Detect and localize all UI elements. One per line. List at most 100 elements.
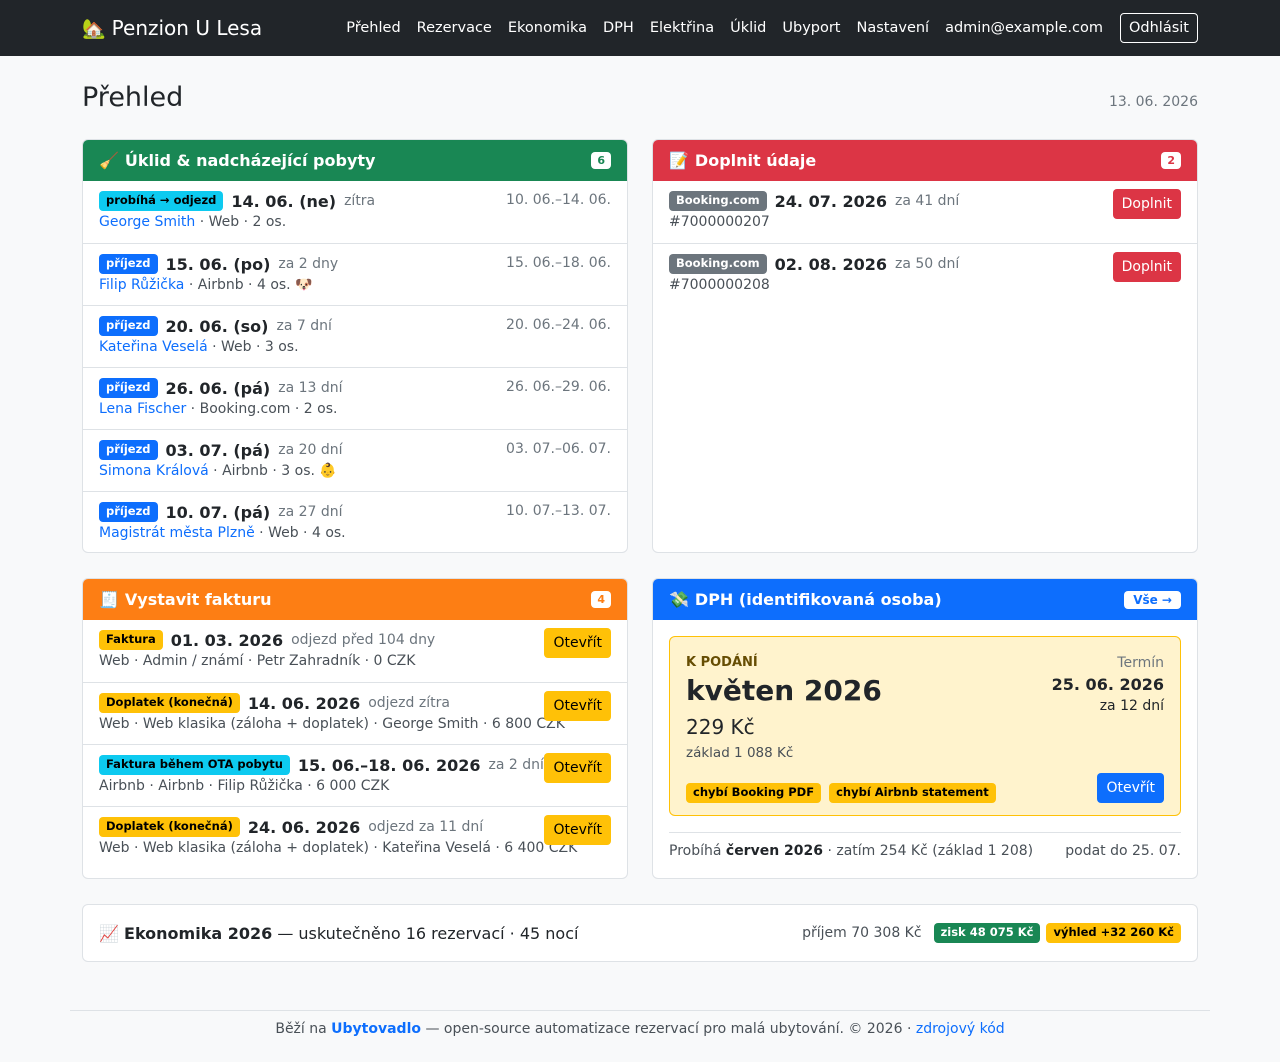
- stay-relative: zítra: [344, 193, 376, 209]
- stay-meta: · Web · 3 os.: [207, 339, 299, 355]
- fill-count-badge: 2: [1161, 152, 1181, 169]
- navbar: 🏡 Penzion U Lesa Přehled Rezervace Ekono…: [0, 0, 1280, 56]
- open-invoice-button[interactable]: Otevřít: [544, 691, 611, 721]
- invoice-date: 01. 03. 2026: [170, 630, 284, 650]
- cleaning-card-header: 🧹 Úklid & nadcházející pobyty 6: [83, 140, 627, 181]
- guest-link[interactable]: Kateřina Veselá: [99, 339, 208, 355]
- fill-relative: za 41 dní: [895, 193, 960, 209]
- fill-card-header: 📝 Doplnit údaje 2: [653, 140, 1197, 181]
- status-badge: probíhá → odjezd: [99, 191, 224, 211]
- stay-row: probíhá → odjezd 14. 06. (ne) zítra George…: [83, 181, 627, 243]
- house-icon: 🏡: [82, 17, 106, 40]
- fill-button[interactable]: Doplnit: [1112, 252, 1181, 282]
- vat-deadline: Termín 25. 06. 2026 za 12 dní: [1052, 655, 1164, 714]
- nav-item-rezervace[interactable]: Rezervace: [417, 20, 492, 36]
- vat-current-amount: · zatím 254 Kč (základ 1 208): [823, 843, 1034, 859]
- stay-row: příjezd 20. 06. (so) za 7 dní Kateřina Ves…: [83, 305, 627, 367]
- vat-base: základ 1 088 Kč: [686, 745, 794, 761]
- status-badge: příjezd: [99, 254, 158, 274]
- stay-range: 10. 06.–14. 06.: [506, 192, 611, 208]
- invoice-row: Faktura během OTA pobytu 15. 06.–18. 06. …: [83, 744, 627, 806]
- invoice-meta: Web · Web klasika (záloha + doplatek) · …: [99, 716, 565, 732]
- stay-row: příjezd 10. 07. (pá) za 27 dní Magistrát m…: [83, 491, 627, 552]
- invoice-row: Doplatek (konečná) 24. 06. 2026 odjezd za …: [83, 806, 627, 868]
- economics-figures: příjem 70 308 Kč zisk 48 075 Kč výhled +…: [802, 923, 1181, 943]
- open-invoice-button[interactable]: Otevřít: [544, 628, 611, 658]
- broom-icon: 🧹: [99, 151, 119, 170]
- source-badge: Booking.com: [669, 191, 767, 211]
- invoice-relative: za 2 dní: [488, 757, 544, 773]
- invoice-row: Faktura 01. 03. 2026 odjezd před 104 dny W…: [83, 620, 627, 682]
- status-badge: příjezd: [99, 316, 158, 336]
- page-title: Přehled: [82, 82, 184, 113]
- vat-missing-tags: chybí Booking PDF chybí Airbnb statement: [686, 783, 996, 803]
- income-text: příjem 70 308 Kč: [802, 924, 922, 941]
- nav-item-ubyport[interactable]: Ubyport: [782, 20, 840, 36]
- brand-link[interactable]: 🏡 Penzion U Lesa: [82, 16, 262, 40]
- vat-card-header: 💸 DPH (identifikovaná osoba) Vše →: [653, 579, 1197, 620]
- invoice-type-badge: Doplatek (konečná): [99, 817, 240, 837]
- nav-item-nastaveni[interactable]: Nastavení: [857, 20, 930, 36]
- vat-current-text: Probíhá červen 2026 · zatím 254 Kč (zákl…: [669, 843, 1033, 859]
- open-vat-button[interactable]: Otevřít: [1097, 773, 1164, 803]
- stay-date: 10. 07. (pá): [165, 502, 271, 522]
- status-badge: příjezd: [99, 502, 158, 522]
- nav-item-uklid[interactable]: Úklid: [730, 20, 766, 36]
- nav-item-prehled[interactable]: Přehled: [346, 20, 400, 36]
- page-date: 13. 06. 2026: [1108, 94, 1198, 110]
- main-nav: Přehled Rezervace Ekonomika DPH Elektřin…: [330, 13, 1198, 43]
- invoice-meta: Airbnb · Airbnb · Filip Růžička · 6 000 …: [99, 778, 390, 794]
- invoice-meta: Web · Web klasika (záloha + doplatek) · …: [99, 840, 578, 856]
- invoice-card-header: 🧾 Vystavit fakturu 4: [83, 579, 627, 620]
- stay-range: 15. 06.–18. 06.: [506, 255, 611, 271]
- open-invoice-button[interactable]: Otevřít: [544, 815, 611, 845]
- logout-button[interactable]: Odhlásit: [1120, 13, 1198, 43]
- invoice-card-title: Vystavit fakturu: [124, 590, 272, 609]
- nav-item-dph[interactable]: DPH: [603, 20, 634, 36]
- stay-meta: · Booking.com · 2 os.: [186, 401, 338, 417]
- vat-deadline-relative: za 12 dní: [1099, 698, 1164, 714]
- stay-date: 20. 06. (so): [165, 316, 269, 336]
- vat-current-prefix: Probíhá: [669, 843, 726, 859]
- missing-badge: chybí Airbnb statement: [829, 783, 996, 803]
- guest-link[interactable]: George Smith: [99, 214, 195, 230]
- fill-row: Booking.com 24. 07. 2026 za 41 dní #700000…: [653, 181, 1197, 243]
- open-invoice-button[interactable]: Otevřít: [544, 753, 611, 783]
- main-container: Přehled 13. 06. 2026 🧹 Úklid & nadcházej…: [82, 82, 1198, 962]
- invoice-type-badge: Doplatek (konečná): [99, 693, 240, 713]
- profit-badge: zisk 48 075 Kč: [933, 923, 1041, 943]
- invoice-card: 🧾 Vystavit fakturu 4 Faktura 01. 03. 2026…: [82, 578, 628, 879]
- guest-link[interactable]: Magistrát města Plzně: [99, 525, 255, 541]
- stay-range: 26. 06.–29. 06.: [506, 379, 611, 395]
- stay-meta: · Airbnb · 3 os. 👶: [208, 463, 337, 479]
- guest-link[interactable]: Simona Králová: [99, 463, 209, 479]
- vat-all-link[interactable]: Vše →: [1124, 590, 1181, 609]
- stay-relative: za 7 dní: [276, 318, 332, 334]
- invoice-date: 24. 06. 2026: [247, 817, 361, 837]
- stay-relative: za 27 dní: [278, 504, 343, 520]
- guest-link[interactable]: Filip Růžička: [99, 277, 184, 293]
- invoice-date: 14. 06. 2026: [247, 693, 361, 713]
- vat-filing-box: K PODÁNÍ květen 2026 229 Kč základ 1 088…: [669, 636, 1181, 816]
- stay-relative: za 2 dny: [278, 256, 339, 272]
- stay-range: 20. 06.–24. 06.: [506, 317, 611, 333]
- vat-current-period: Probíhá červen 2026 · zatím 254 Kč (zákl…: [669, 832, 1181, 859]
- user-email: admin@example.com: [945, 20, 1103, 36]
- app-link-label: Ubytovadlo: [331, 1021, 421, 1037]
- memo-icon: 📝: [669, 151, 689, 170]
- guest-link[interactable]: Lena Fischer: [99, 401, 186, 417]
- stay-date: 15. 06. (po): [165, 254, 271, 274]
- source-code-link[interactable]: zdrojový kód: [916, 1021, 1005, 1037]
- nav-item-elektrina[interactable]: Elektřina: [650, 20, 714, 36]
- vat-card-title: DPH (identifikovaná osoba): [694, 590, 942, 609]
- nav-item-ekonomika[interactable]: Ekonomika: [508, 20, 587, 36]
- economics-heading: Ekonomika 2026: [124, 923, 273, 943]
- footer: Běží na Ubytovadlo — open-source automat…: [70, 1010, 1210, 1037]
- dashboard-grid: 🧹 Úklid & nadcházející pobyty 6 probíhá …: [82, 139, 1198, 879]
- fill-button[interactable]: Doplnit: [1112, 189, 1181, 219]
- vat-current-period-name: červen 2026: [725, 843, 824, 859]
- stay-date: 14. 06. (ne): [231, 191, 337, 211]
- fill-card: 📝 Doplnit údaje 2 Booking.com 24. 07. 202…: [652, 139, 1198, 553]
- app-link[interactable]: Ubytovadlo: [331, 1021, 421, 1037]
- vat-deadline-label: Termín: [1117, 655, 1164, 671]
